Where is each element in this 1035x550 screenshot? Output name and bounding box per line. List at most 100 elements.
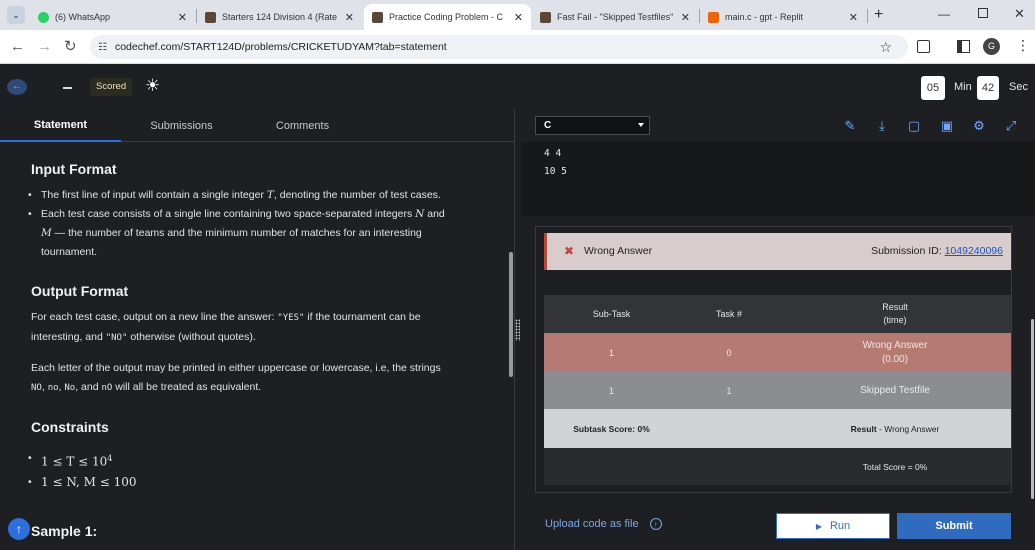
drag-handle-icon[interactable] [515,319,520,341]
back-button[interactable]: ← [7,79,27,95]
sun-icon[interactable]: ☀ [145,76,160,96]
browser-tab-whatsapp[interactable]: (6) WhatsApp ✕ [30,4,195,30]
chat-icon[interactable]: ▢ [906,118,922,134]
cell-result-text: Wrong Answer [862,339,928,351]
magic-wand-icon[interactable]: ✎ [842,118,858,134]
code-no: "NO" [105,333,128,343]
cell-result: Skipped Testfile [860,385,930,396]
close-icon[interactable]: ✕ [849,11,858,24]
math: 1 ≤ N, M ≤ 100 [41,474,137,489]
restore-icon[interactable] [978,8,988,18]
input-format-list: The first line of input will contain a s… [28,186,488,262]
forward-icon[interactable]: → [37,39,52,55]
tab-title: main.c - gpt - Replit [725,12,804,22]
math: 1 ≤ T ≤ 10 [41,454,108,469]
math-var: M [41,227,52,239]
close-icon[interactable]: ✕ [178,11,187,24]
code-string: no [47,383,59,393]
sample-heading: Sample 1: [31,523,98,539]
submission-id-link[interactable]: 1049240096 [945,245,1003,257]
close-icon: ✖ [564,244,575,258]
result-value: - Wrong Answer [876,423,940,434]
subtask-score-row: Subtask Score: 0% Result - Wrong Answer [544,409,1011,448]
download-icon[interactable]: ⤓ [874,118,890,134]
output-format-heading: Output Format [31,283,129,299]
editor-toolbar: C ✎ ⤓ ▢ ▣ ⚙ ⤢ [521,109,1035,142]
browser-tab-fastfail[interactable]: Fast Fail - "Skipped Testfiles" ✕ [532,4,698,30]
star-icon[interactable]: ☆ [879,39,892,56]
new-tab-icon[interactable]: + [874,6,883,24]
tab-search-button[interactable]: ⌄ [7,6,25,24]
codechef-icon [540,11,551,23]
url-input[interactable]: ☷ codechef.com/START124D/problems/CRICKE… [90,35,908,59]
reload-icon[interactable]: ↻ [64,39,77,55]
browser-tab-starters[interactable]: Starters 124 Division 4 (Rate ✕ [197,4,362,30]
tab-separator [867,9,868,23]
back-icon[interactable]: ← [10,39,25,55]
chevron-down-icon [638,123,644,127]
minus-icon[interactable] [63,87,72,89]
tab-title: Practice Coding Problem - C [389,12,504,22]
list-item: Each test case consists of a single line… [28,205,488,262]
url-text: codechef.com/START124D/problems/CRICKETU… [114,41,447,53]
upload-label: Upload code as file [545,518,639,530]
right-scrollbar[interactable] [1031,319,1034,499]
tab-title: Fast Fail - "Skipped Testfiles" [557,12,674,22]
list-item: The first line of input will contain a s… [28,186,488,205]
subtask-score: Subtask Score: 0% [573,423,650,434]
browser-tab-practice[interactable]: Practice Coding Problem - C ✕ [364,4,531,30]
upload-code-link[interactable]: Upload code as file ↑ [545,518,662,530]
submission-id: Submission ID: 1049240096 [871,245,1003,257]
save-icon[interactable]: ▣ [939,118,955,134]
constraint-item: 1 ≤ N, M ≤ 100 [28,473,137,493]
left-scrollbar[interactable] [509,252,513,377]
text: Each test case consists of a single line… [41,208,416,220]
scored-badge: Scored [90,78,133,96]
total-score: Total Score = 0% [862,461,928,472]
header-result-label: Result [882,302,908,312]
submit-button[interactable]: Submit [897,513,1011,539]
cell-time-text: (0.00) [881,353,909,365]
code-string: No [64,383,76,393]
site-info-icon[interactable]: ☷ [98,42,107,53]
tab-submissions[interactable]: Submissions [121,109,242,142]
app-header: ← Scored ☀ 05 Min 42 Sec [0,64,1035,109]
more-menu-icon[interactable]: ⋮ [1016,38,1030,52]
total-score-row: Total Score = 0% [544,448,1011,485]
text: Each letter of the output may be printed… [31,362,441,374]
replit-icon [708,11,719,23]
browser-tab-replit[interactable]: main.c - gpt - Replit ✕ [700,4,866,30]
panel-splitter[interactable] [514,109,521,550]
output-line: 4 4 [544,148,562,159]
close-icon[interactable]: ✕ [514,11,523,24]
close-icon[interactable]: ✕ [681,11,690,24]
language-select[interactable]: C [535,116,650,135]
settings-icon[interactable]: ⚙ [971,118,987,134]
timer-minutes: 05 [921,76,945,100]
extensions-icon[interactable] [917,40,930,53]
fullscreen-icon[interactable]: ⤢ [1003,118,1019,134]
problem-tabs: Statement Submissions Comments [0,109,521,142]
input-format-heading: Input Format [31,161,117,177]
minimize-icon[interactable]: — [938,7,950,21]
text: interesting, and [31,331,106,343]
tab-comments[interactable]: Comments [242,109,363,142]
output-paragraph-1: For each test case, output on a new line… [31,308,491,348]
constraints-heading: Constraints [31,419,109,435]
output-line: 10 5 [544,166,567,177]
tab-statement[interactable]: Statement [0,109,121,142]
table-row: 1 1 Skipped Testfile [544,372,1011,409]
table-header: Sub-Task Task # Result (time) [544,295,1011,333]
text: The first line of input will contain a s… [41,189,267,201]
scroll-to-top-button[interactable]: ↑ [8,518,30,540]
code-string: NO [31,383,42,393]
avatar[interactable]: G [983,38,1000,55]
close-window-icon[interactable]: ✕ [1014,6,1025,22]
close-icon[interactable]: ✕ [345,11,354,24]
editor-panel: C ✎ ⤓ ▢ ▣ ⚙ ⤢ 4 4 10 5 ✖ Wrong Answer Su… [521,109,1035,550]
sidebar-icon[interactable] [957,40,970,53]
run-button[interactable]: ▶ Run [776,513,890,539]
upload-icon: ↑ [649,518,662,530]
constraint-item: 1 ≤ T ≤ 104 [28,449,137,473]
cell-subtask: 1 [608,347,614,358]
